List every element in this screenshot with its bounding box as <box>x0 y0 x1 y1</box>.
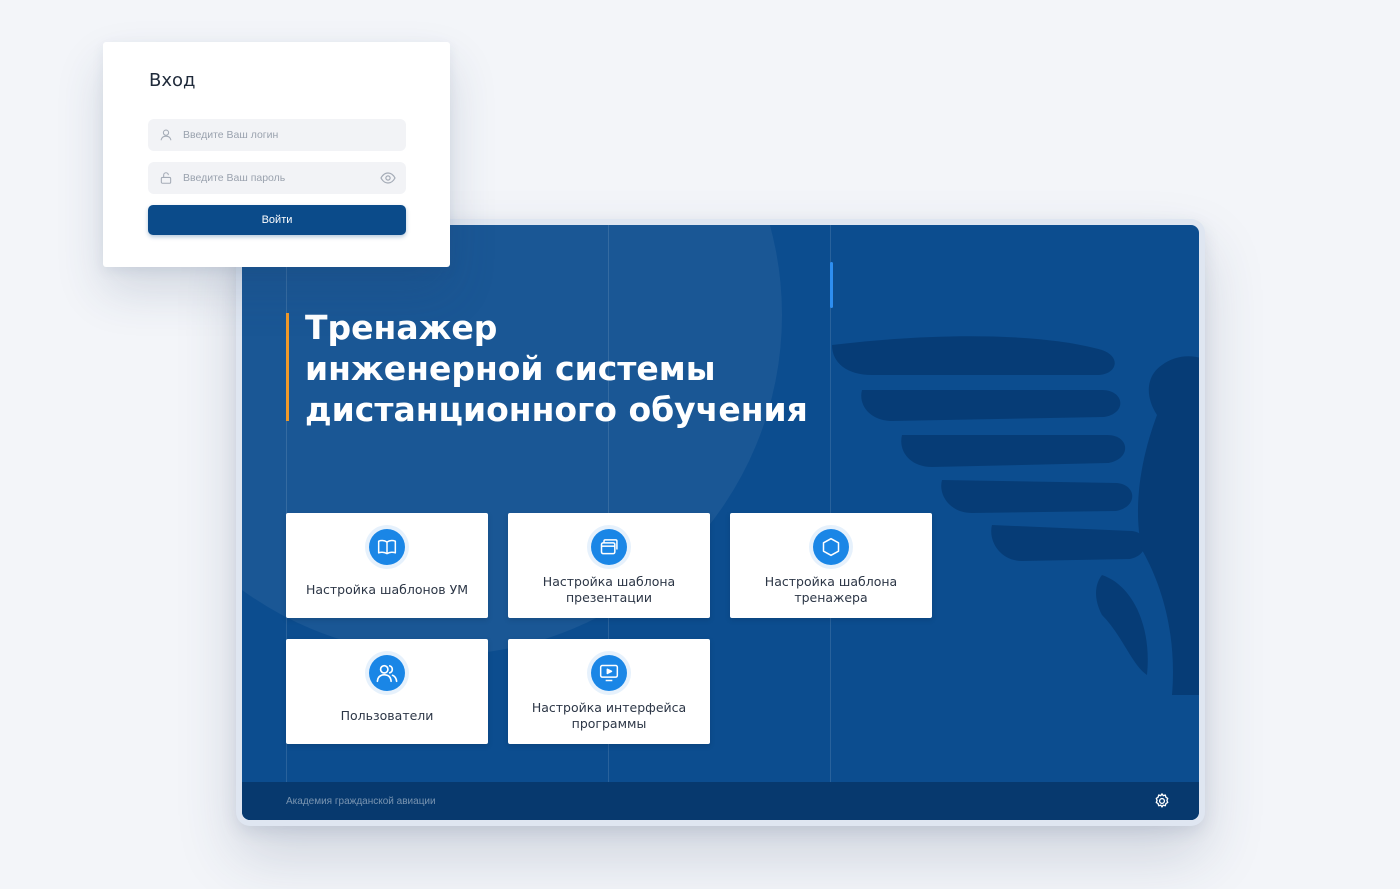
users-icon <box>376 664 398 683</box>
card-icon-circle <box>813 529 849 565</box>
card-presentation-template[interactable]: Настройка шаблона презентации <box>508 513 710 618</box>
card-icon-circle <box>591 529 627 565</box>
user-icon <box>160 129 172 141</box>
eye-icon[interactable] <box>380 170 396 186</box>
monitor-play-icon <box>599 664 619 682</box>
windows-icon <box>600 539 618 555</box>
book-icon <box>377 539 397 555</box>
password-input[interactable] <box>183 172 380 184</box>
login-title: Вход <box>149 70 196 91</box>
login-card: Вход Войти <box>103 42 450 267</box>
card-users[interactable]: Пользователи <box>286 639 488 744</box>
card-icon-halo <box>809 525 853 569</box>
hexagon-icon <box>822 537 840 557</box>
card-icon-circle <box>591 655 627 691</box>
organization-name: Академия гражданской авиации <box>286 795 436 807</box>
login-input[interactable] <box>183 129 396 141</box>
card-icon-circle <box>369 529 405 565</box>
accent-mark <box>830 262 833 308</box>
card-icon-halo <box>587 651 631 695</box>
password-field[interactable] <box>148 162 406 194</box>
card-label: Настройка интерфейса программы <box>531 699 687 731</box>
hero-title-line: инженерной системы <box>305 349 716 388</box>
card-icon-circle <box>369 655 405 691</box>
login-field[interactable] <box>148 119 406 151</box>
card-label: Настройка шаблонов УМ <box>305 581 469 597</box>
hero-title-line: Тренажер <box>305 308 498 347</box>
card-um-templates[interactable]: Настройка шаблонов УМ <box>286 513 488 618</box>
login-button[interactable]: Войти <box>148 205 406 235</box>
lock-icon <box>160 172 172 184</box>
app-screen: Тренажер инженерной системы дистанционно… <box>242 225 1199 820</box>
hero-accent-bar <box>286 313 289 421</box>
card-label: Настройка шаблона презентации <box>542 573 676 605</box>
card-icon-halo <box>365 651 409 695</box>
card-label: Пользователи <box>340 707 434 723</box>
app-footer: Академия гражданской авиации <box>242 782 1199 820</box>
app-window-frame: Тренажер инженерной системы дистанционно… <box>236 219 1205 826</box>
card-icon-halo <box>365 525 409 569</box>
hero-title: Тренажер инженерной системы дистанционно… <box>305 307 865 430</box>
card-label: Настройка шаблона тренажера <box>764 573 898 605</box>
card-icon-halo <box>587 525 631 569</box>
gear-icon[interactable] <box>1153 792 1171 810</box>
hero-title-line: дистанционного обучения <box>305 390 808 429</box>
card-interface-settings[interactable]: Настройка интерфейса программы <box>508 639 710 744</box>
card-simulator-template[interactable]: Настройка шаблона тренажера <box>730 513 932 618</box>
